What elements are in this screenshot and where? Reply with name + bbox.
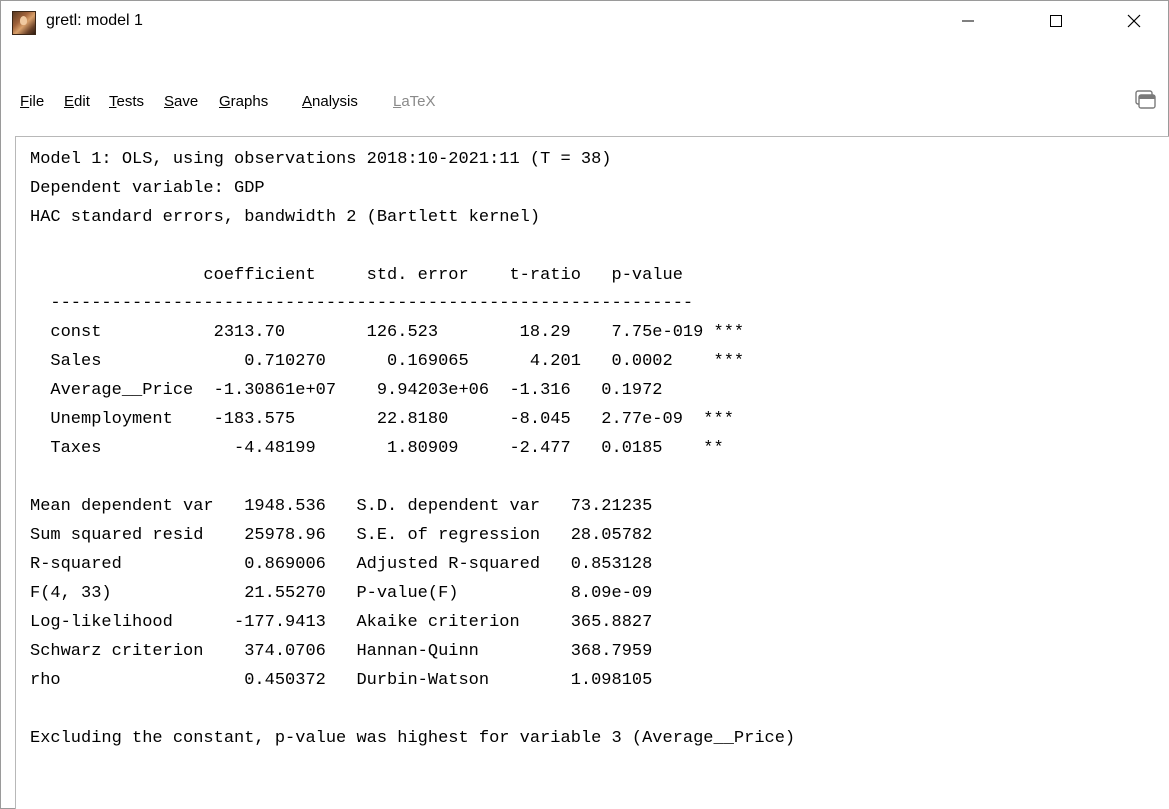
menu-edit-rest: dit	[74, 93, 90, 110]
maximize-icon	[1050, 15, 1062, 27]
menu-file[interactable]: File	[20, 93, 44, 110]
close-icon	[1127, 14, 1141, 28]
table-rule: ----------------------------------------…	[30, 294, 694, 313]
menu-graphs[interactable]: Graphs	[219, 93, 268, 110]
menu-tests[interactable]: Tests	[109, 93, 144, 110]
table-row-sales: Sales 0.710270 0.169065 4.201 0.0002 ***	[30, 352, 745, 371]
stats-row: rho 0.450372 Durbin-Watson 1.098105	[30, 671, 653, 690]
model-window: gretl: model 1 File Edit Tests Save Grap…	[0, 0, 1169, 809]
output-footer: Excluding the constant, p-value was high…	[30, 729, 796, 748]
output-header-3: HAC standard errors, bandwidth 2 (Bartle…	[30, 208, 541, 227]
table-row-taxes: Taxes -4.48199 1.80909 -2.477 0.0185 **	[30, 439, 724, 458]
menu-latex-rest: aTeX	[401, 93, 436, 110]
stats-row: F(4, 33) 21.55270 P-value(F) 8.09e-09	[30, 584, 653, 603]
menu-tests-rest: ests	[116, 93, 145, 110]
menu-graphs-rest: raphs	[230, 93, 269, 110]
menu-analysis-rest: nalysis	[312, 93, 358, 110]
window-title: gretl: model 1	[46, 12, 143, 29]
table-row-average-price: Average__Price -1.30861e+07 9.94203e+06 …	[30, 381, 663, 400]
title-bar[interactable]: gretl: model 1	[1, 1, 1168, 81]
table-header: coefficient std. error t-ratio p-value	[30, 266, 683, 285]
stats-row: Log-likelihood -177.9413 Akaike criterio…	[30, 613, 653, 632]
menu-edit[interactable]: Edit	[64, 93, 90, 110]
gretl-app-icon[interactable]	[12, 11, 36, 35]
stats-row: R-squared 0.869006 Adjusted R-squared 0.…	[30, 555, 653, 574]
menu-save[interactable]: Save	[164, 93, 198, 110]
table-row-const: const 2313.70 126.523 18.29 7.75e-019 **…	[30, 323, 745, 342]
model-output-text[interactable]: Model 1: OLS, using observations 2018:10…	[15, 136, 1169, 809]
menu-latex[interactable]: LaTeX	[393, 93, 436, 110]
minimize-icon	[962, 20, 974, 22]
output-header-2: Dependent variable: GDP	[30, 179, 265, 198]
stats-row: Sum squared resid 25978.96 S.E. of regre…	[30, 526, 653, 545]
menu-bar: File Edit Tests Save Graphs Analysis LaT…	[1, 89, 1168, 115]
menu-save-rest: ave	[174, 93, 199, 110]
table-row-unemployment: Unemployment -183.575 22.8180 -8.045 2.7…	[30, 410, 734, 429]
maximize-button[interactable]	[1033, 1, 1079, 41]
close-button[interactable]	[1111, 1, 1157, 41]
stats-row: Schwarz criterion 374.0706 Hannan-Quinn …	[30, 642, 653, 661]
menu-file-rest: ile	[29, 93, 45, 110]
window-stack-icon[interactable]	[1133, 89, 1157, 111]
menu-analysis[interactable]: Analysis	[302, 93, 358, 110]
output-header-1: Model 1: OLS, using observations 2018:10…	[30, 150, 612, 169]
minimize-button[interactable]	[945, 1, 991, 41]
stats-row: Mean dependent var 1948.536 S.D. depende…	[30, 497, 653, 516]
